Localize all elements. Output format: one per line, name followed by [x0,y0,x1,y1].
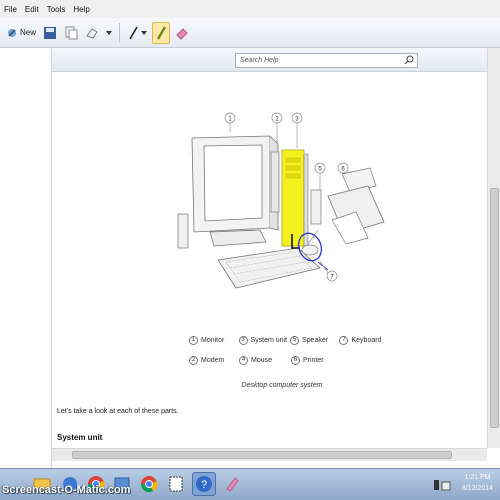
diagram-legend: 1 Monitor 3 System unit 5 Speaker 7 Keyb… [189,330,389,370]
clock-time: 1:21 PM [464,474,491,481]
chevron-down-icon [106,30,113,35]
save-icon [44,26,57,39]
legend-item-modem: 2 Modem [189,355,239,365]
copy-button[interactable] [62,22,80,44]
menu-edit[interactable]: Edit [25,5,39,14]
monitor-illustration [191,135,279,247]
taskbar-clock[interactable]: 1:21 PM 8/12/2014 [455,472,500,494]
pen-tool-button[interactable] [125,22,149,44]
eraser-pink-icon [176,27,188,40]
printer-illustration [327,167,385,245]
new-icon [8,28,16,37]
horizontal-scroll-thumb[interactable] [72,451,452,459]
menu-bar: File Edit Tools Help [0,0,500,18]
legend-label: Keyboard [351,336,382,344]
legend-label: Speaker [301,336,329,344]
legend-label: Printer [303,356,324,364]
new-label: New [20,28,37,37]
legend-number: 4 [239,355,248,365]
vertical-scrollbar[interactable] [487,48,500,448]
screencast-watermark: Screencast-O-Matic.com [2,484,131,496]
eraser-icon [86,27,98,39]
toolbar: New [0,18,500,48]
intro-paragraph: Let's take a look at each of these parts… [57,408,179,415]
left-pane [0,48,52,468]
legend-item-mouse: 4 Mouse [239,355,291,365]
legend-number: 7 [339,335,349,345]
menu-tools[interactable]: Tools [47,5,66,14]
copy-icon [65,26,78,39]
legend-row: 1 Monitor 3 System unit 5 Speaker 7 Keyb… [189,330,389,350]
highlighter-tool-button[interactable] [152,21,171,44]
callout-3: 3 [291,112,303,148]
legend-number: 5 [289,335,299,345]
right-speaker-illustration [310,189,322,225]
diagram-caption: Desktop computer system [241,382,323,389]
legend-number: 3 [238,335,248,345]
legend-row: 2 Modem 4 Mouse 6 Printer [189,350,389,370]
legend-number: 6 [291,355,300,365]
eraser-tool-button[interactable] [83,22,101,44]
taskbar-snipping-icon[interactable] [164,472,188,496]
toolbar-divider [119,22,121,43]
legend-item-speaker: 5 Speaker [289,335,340,345]
legend-item-keyboard: 7 Keyboard [339,335,389,345]
help-content: Search Help 1 2 3 5 6 7 1 Monitor 3 Syst… [52,48,487,448]
search-icon[interactable] [404,55,414,65]
legend-item-system-unit: 3 System unit [238,335,290,345]
search-placeholder: Search Help [240,57,279,64]
legend-item-printer: 6 Printer [291,355,341,365]
legend-label: Monitor [201,336,225,344]
taskbar-paint-icon[interactable] [220,472,244,496]
clear-ink-button[interactable] [173,22,191,44]
callout-7: 7 [319,260,338,282]
search-bar: Search Help [52,48,487,72]
clock-date: 8/12/2014 [461,485,494,492]
menu-file[interactable]: File [4,5,17,14]
vertical-scroll-thumb[interactable] [490,188,499,428]
legend-number: 2 [189,355,198,365]
menu-help[interactable]: Help [73,5,89,14]
legend-item-monitor: 1 Monitor [189,335,239,345]
legend-number: 1 [189,335,198,345]
highlighter-icon [156,25,167,40]
callout-5: 5 [314,162,326,190]
system-unit-illustration [281,149,309,247]
legend-label: Modem [201,356,225,364]
callout-1: 1 [224,112,236,132]
horizontal-scrollbar[interactable] [52,448,487,461]
svg-text:?: ? [201,479,207,491]
dropdown-arrow[interactable] [104,22,114,44]
search-input[interactable]: Search Help [235,53,418,68]
section-heading: System unit [57,433,103,442]
computer-diagram: 1 2 3 5 6 7 [177,112,385,289]
legend-label: System unit [250,336,288,344]
save-button[interactable] [41,22,59,44]
legend-label: Mouse [251,356,273,364]
tray-icons[interactable] [432,478,456,492]
pen-icon [129,26,138,39]
taskbar-chrome-icon-2[interactable] [137,472,161,496]
modem-illustration [270,151,280,213]
chevron-down-icon [141,30,148,35]
new-button[interactable]: New [4,22,38,44]
left-speaker-illustration [177,213,189,249]
taskbar-help-icon[interactable]: ? [192,472,216,496]
